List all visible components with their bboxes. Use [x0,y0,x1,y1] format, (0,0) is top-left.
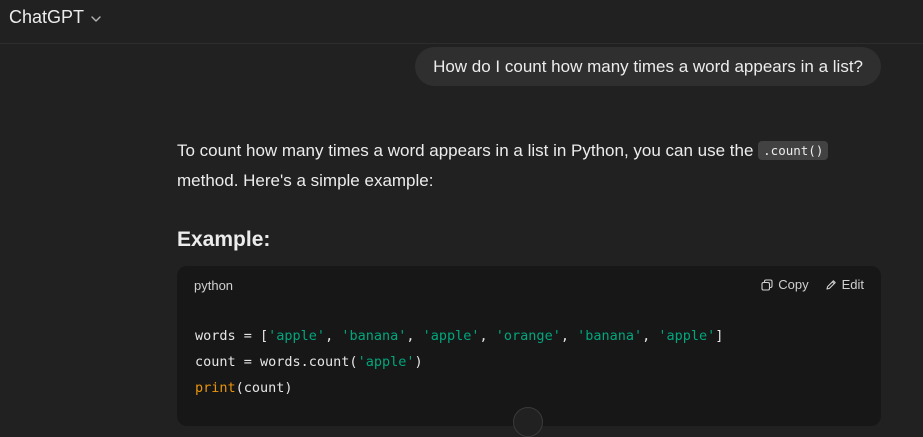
code-body: words = ['apple', 'banana', 'apple', 'or… [177,306,881,401]
code-token: count = words.count( [195,354,358,370]
code-token: , [642,328,659,344]
code-token: print [195,380,236,396]
code-line: words = ['apple', 'banana', 'apple', 'or… [195,323,863,349]
assistant-message: To count how many times a word appears i… [177,136,881,426]
code-token: 'banana' [341,328,407,344]
model-switcher[interactable]: ChatGPT [9,7,102,28]
code-line: count = words.count('apple') [195,349,863,375]
top-bar: ChatGPT [0,0,923,44]
code-token: (count) [235,380,293,396]
intro-text-after: method. Here's a simple example: [177,171,434,190]
intro-text-before: To count how many times a word appears i… [177,141,759,160]
copy-icon [761,278,773,291]
code-line: print(count) [195,375,863,401]
code-token: , [560,328,578,344]
code-token: 'apple' [268,328,326,344]
code-token: words = [ [195,328,269,344]
code-token: , [325,328,342,344]
copy-code-button[interactable]: Copy [761,277,809,292]
pencil-icon [825,279,837,291]
code-token: 'apple' [422,328,480,344]
copy-label: Copy [778,277,809,292]
code-token: 'apple' [357,354,415,370]
scroll-down-button[interactable] [513,407,543,437]
code-token: 'orange' [495,328,561,344]
edit-code-button[interactable]: Edit [825,277,864,292]
code-token: 'apple' [658,328,716,344]
edit-label: Edit [841,277,864,292]
code-block: python Copy Edit words = ['apple', 'bana… [177,266,881,426]
code-token: , [479,328,496,344]
example-heading: Example: [177,228,271,251]
code-block-header: python Copy Edit [177,266,881,306]
user-message-bubble: How do I count how many times a word app… [415,47,881,86]
code-token: 'banana' [577,328,643,344]
code-actions: Copy Edit [761,277,864,292]
code-token: , [406,328,423,344]
assistant-intro-paragraph: To count how many times a word appears i… [177,136,881,196]
chevron-down-icon [90,12,102,24]
model-name: ChatGPT [9,7,85,27]
inline-code: .count() [758,141,829,160]
code-token: ) [414,354,423,370]
code-token: ] [715,328,724,344]
code-language-label: python [194,278,234,293]
user-message-text: How do I count how many times a word app… [433,56,863,76]
